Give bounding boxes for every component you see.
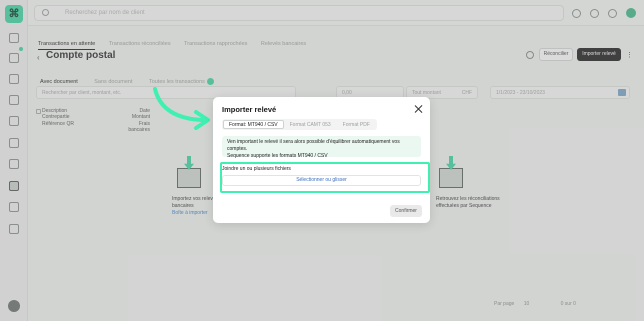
tab-format-mt940-csv[interactable]: Format: MT940 / CSV <box>223 120 284 129</box>
annotation-arrow-icon <box>153 87 210 130</box>
tab-format-camt053[interactable]: Format CAMT 053 <box>284 120 337 129</box>
highlight-frame <box>220 162 430 193</box>
format-tabs: Format: MT940 / CSV Format CAMT 053 Form… <box>222 119 377 130</box>
close-icon[interactable] <box>414 105 422 113</box>
tab-format-pdf[interactable]: Format PDF <box>337 120 376 129</box>
info-line: Ven important le relevé il sera alors po… <box>227 139 400 152</box>
info-message: Ven important le relevé il sera alors po… <box>222 136 421 159</box>
info-line: Sequence supporte les formats MT940 / CS… <box>227 153 328 159</box>
import-statement-modal: Importer relevé Format: MT940 / CSV Form… <box>213 97 430 223</box>
modal-title: Importer relevé <box>222 105 277 114</box>
confirm-button[interactable]: Confirmer <box>390 205 422 217</box>
